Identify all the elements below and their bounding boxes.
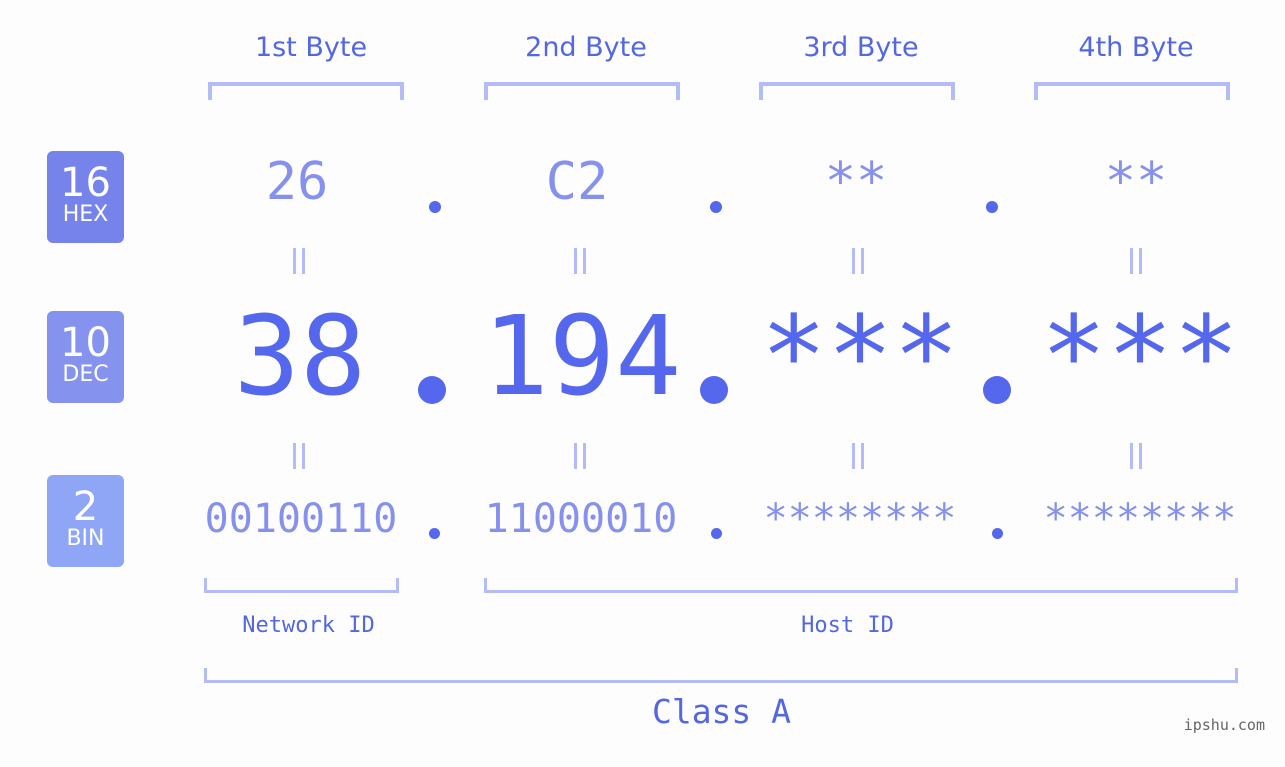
bin-separator-dot bbox=[429, 528, 440, 539]
hex-separator-dot bbox=[986, 201, 998, 213]
bin-value-4: ******** bbox=[1043, 496, 1237, 542]
hex-value-3: ** bbox=[824, 152, 888, 212]
bin-separator-dot bbox=[992, 528, 1003, 539]
byte-bracket-1 bbox=[208, 82, 404, 100]
dec-value-3: *** bbox=[760, 292, 960, 420]
hex-value-4: ** bbox=[1104, 152, 1168, 212]
dec-separator-dot bbox=[983, 376, 1011, 404]
byte-bracket-2 bbox=[484, 82, 680, 100]
dec-badge-label: DEC bbox=[62, 362, 109, 387]
host-id-label: Host ID bbox=[801, 613, 894, 638]
hex-separator-dot bbox=[429, 201, 441, 213]
dec-badge: 10 DEC bbox=[47, 311, 124, 403]
equals-marker bbox=[1130, 248, 1142, 274]
byte-header-3: 3rd Byte bbox=[803, 32, 919, 63]
equals-marker bbox=[852, 443, 864, 469]
class-label: Class A bbox=[651, 692, 792, 731]
dec-value-2: 194 bbox=[482, 292, 682, 420]
bin-value-3: ******** bbox=[763, 496, 957, 542]
bin-separator-dot bbox=[711, 528, 722, 539]
bin-badge-label: BIN bbox=[66, 526, 105, 551]
bin-value-2: 11000010 bbox=[484, 496, 678, 542]
byte-bracket-3 bbox=[759, 82, 955, 100]
network-id-bracket bbox=[204, 578, 399, 593]
hex-badge-label: HEX bbox=[62, 202, 109, 227]
dec-separator-dot bbox=[700, 376, 728, 404]
equals-marker bbox=[574, 443, 586, 469]
hex-separator-dot bbox=[710, 201, 722, 213]
watermark: ipshu.com bbox=[1183, 716, 1265, 734]
byte-bracket-4 bbox=[1034, 82, 1230, 100]
equals-marker bbox=[293, 443, 305, 469]
bin-badge: 2 BIN bbox=[47, 475, 124, 567]
bin-badge-number: 2 bbox=[72, 484, 99, 530]
byte-header-4: 4th Byte bbox=[1078, 32, 1194, 63]
dec-badge-number: 10 bbox=[60, 320, 111, 366]
equals-marker bbox=[852, 248, 864, 274]
equals-marker bbox=[574, 248, 586, 274]
equals-marker bbox=[1130, 443, 1142, 469]
bin-value-1: 00100110 bbox=[204, 496, 398, 542]
hex-badge: 16 HEX bbox=[47, 151, 124, 243]
hex-value-1: 26 bbox=[265, 152, 329, 212]
class-bracket bbox=[204, 668, 1238, 683]
network-id-label: Network ID bbox=[242, 613, 375, 638]
byte-header-2: 2nd Byte bbox=[525, 32, 647, 63]
dec-value-4: *** bbox=[1040, 292, 1240, 420]
hex-badge-number: 16 bbox=[60, 160, 111, 206]
host-id-bracket bbox=[484, 578, 1238, 593]
equals-marker bbox=[293, 248, 305, 274]
dec-separator-dot bbox=[418, 376, 446, 404]
byte-header-1: 1st Byte bbox=[254, 32, 368, 63]
dec-value-1: 38 bbox=[233, 292, 367, 420]
hex-value-2: C2 bbox=[545, 152, 609, 212]
